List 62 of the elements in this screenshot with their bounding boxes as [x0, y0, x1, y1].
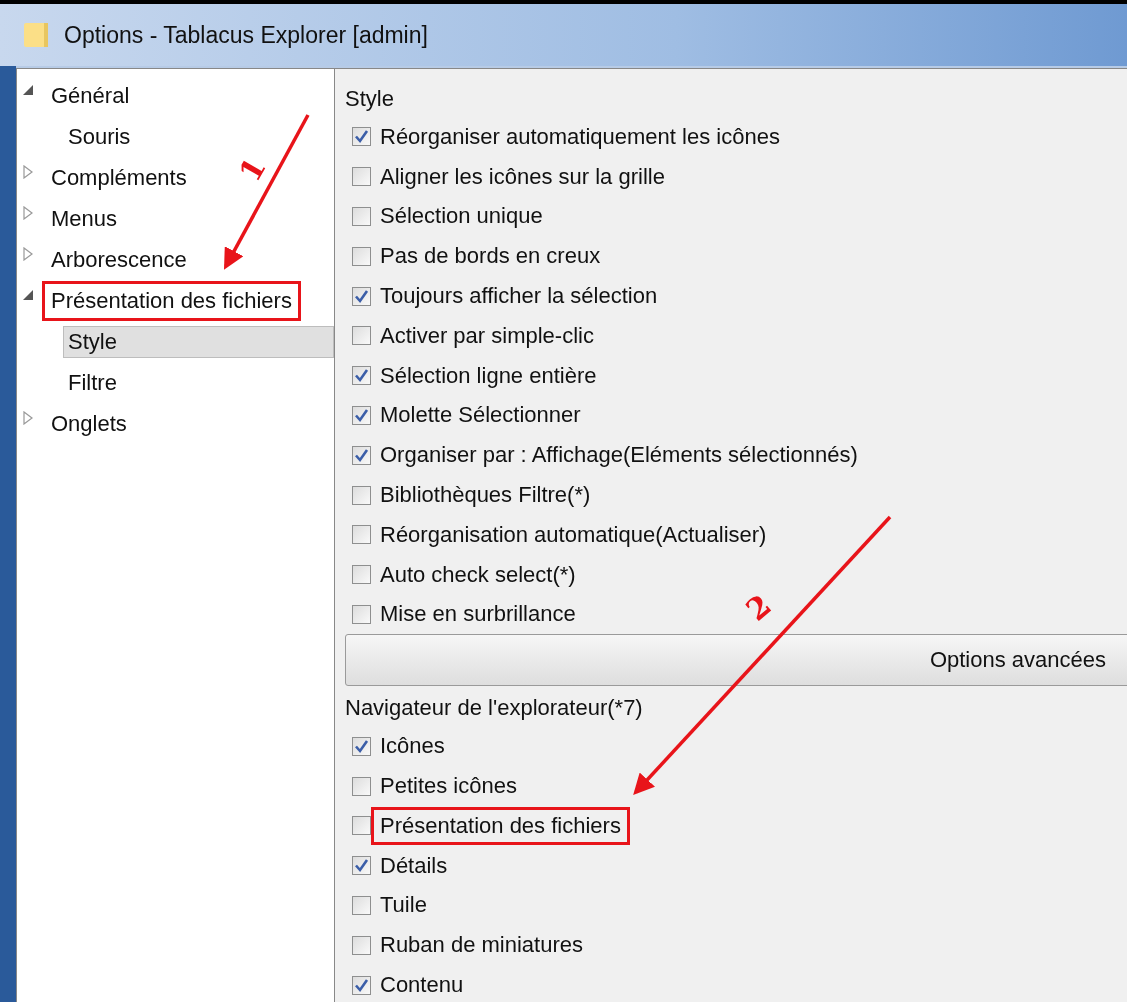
checkbox-label[interactable]: Icônes: [371, 727, 454, 766]
annotation-number: 2: [739, 587, 778, 628]
checkbox[interactable]: [352, 525, 371, 545]
checkbox[interactable]: [352, 326, 371, 346]
section-label: Style: [345, 86, 394, 112]
checkbox-label[interactable]: Ruban de miniatures: [371, 926, 592, 965]
tree-item[interactable]: Style: [63, 325, 334, 358]
checkbox-label[interactable]: Contenu: [371, 966, 473, 1002]
checkbox-label[interactable]: Sélection ligne entière: [371, 356, 606, 395]
checkbox-label[interactable]: Présentation des fichiers: [371, 806, 630, 845]
collapsed-arrow-icon[interactable]: [21, 411, 35, 425]
checkbox-label[interactable]: Bibliothèques Filtre(*): [371, 476, 600, 515]
checkbox[interactable]: [352, 167, 371, 187]
checkbox[interactable]: [352, 816, 371, 836]
checkbox-label[interactable]: Organiser par : Affichage(Eléments sélectionnés): [371, 436, 867, 475]
checkbox-label[interactable]: Détails: [371, 846, 457, 885]
checkbox-label[interactable]: Tuile: [371, 886, 436, 925]
checkbox-label[interactable]: Activer par simple-clic: [371, 316, 603, 355]
tree-item[interactable]: Présentation des fichiers: [42, 280, 301, 321]
checkbox[interactable]: [352, 604, 371, 624]
checkbox-label[interactable]: Auto check select(*): [371, 555, 585, 594]
checkbox-label[interactable]: Aligner les icônes sur la grille: [371, 157, 674, 196]
checkbox[interactable]: [352, 485, 371, 505]
tree-item[interactable]: Souris: [63, 120, 334, 153]
tree-item[interactable]: Menus: [42, 198, 127, 239]
checkbox[interactable]: [352, 895, 371, 915]
folder-icon: [22, 21, 50, 49]
checkbox[interactable]: [352, 445, 371, 465]
collapsed-arrow-icon[interactable]: [21, 165, 35, 179]
checkbox[interactable]: [352, 405, 371, 425]
checkbox-label[interactable]: Réorganiser automatiquement les icônes: [371, 117, 789, 156]
checkbox[interactable]: [352, 366, 371, 386]
checkbox-label[interactable]: Molette Sélectionner: [371, 396, 590, 435]
checkbox-label[interactable]: Mise en surbrillance: [371, 595, 585, 634]
checkbox-label[interactable]: Sélection unique: [371, 197, 552, 236]
tree-item[interactable]: Arborescence: [42, 239, 196, 280]
collapsed-arrow-icon[interactable]: [21, 247, 35, 261]
checkbox-label[interactable]: Réorganisation automatique(Actualiser): [371, 515, 776, 554]
checkbox-label[interactable]: Toujours afficher la sélection: [371, 277, 667, 316]
checkbox[interactable]: [352, 856, 371, 876]
tree-item[interactable]: Filtre: [63, 366, 334, 399]
checkbox[interactable]: [352, 776, 371, 796]
checkbox-label[interactable]: Petites icônes: [371, 767, 526, 806]
expanded-arrow-icon[interactable]: [21, 83, 35, 97]
checkbox[interactable]: [352, 975, 371, 995]
advanced-options-button[interactable]: Options avancées: [345, 634, 1127, 687]
checkbox[interactable]: [352, 736, 371, 756]
checkbox[interactable]: [352, 935, 371, 955]
checkbox[interactable]: [352, 246, 371, 266]
tree-item[interactable]: Compléments: [42, 157, 196, 198]
checkbox[interactable]: [352, 565, 371, 585]
checkbox[interactable]: [352, 207, 371, 226]
collapsed-arrow-icon[interactable]: [21, 206, 35, 220]
section-label: Navigateur de l'explorateur(*7): [345, 695, 643, 722]
tree-item[interactable]: Général: [42, 75, 139, 116]
annotation-number: 1: [232, 151, 273, 188]
expanded-arrow-icon[interactable]: [21, 288, 35, 302]
checkbox-label[interactable]: Pas de bords en creux: [371, 237, 610, 276]
checkbox[interactable]: [352, 127, 371, 147]
window-title: Options - Tablacus Explorer [admin]: [64, 21, 428, 49]
checkbox[interactable]: [352, 286, 371, 306]
tree-item[interactable]: Onglets: [42, 403, 136, 444]
